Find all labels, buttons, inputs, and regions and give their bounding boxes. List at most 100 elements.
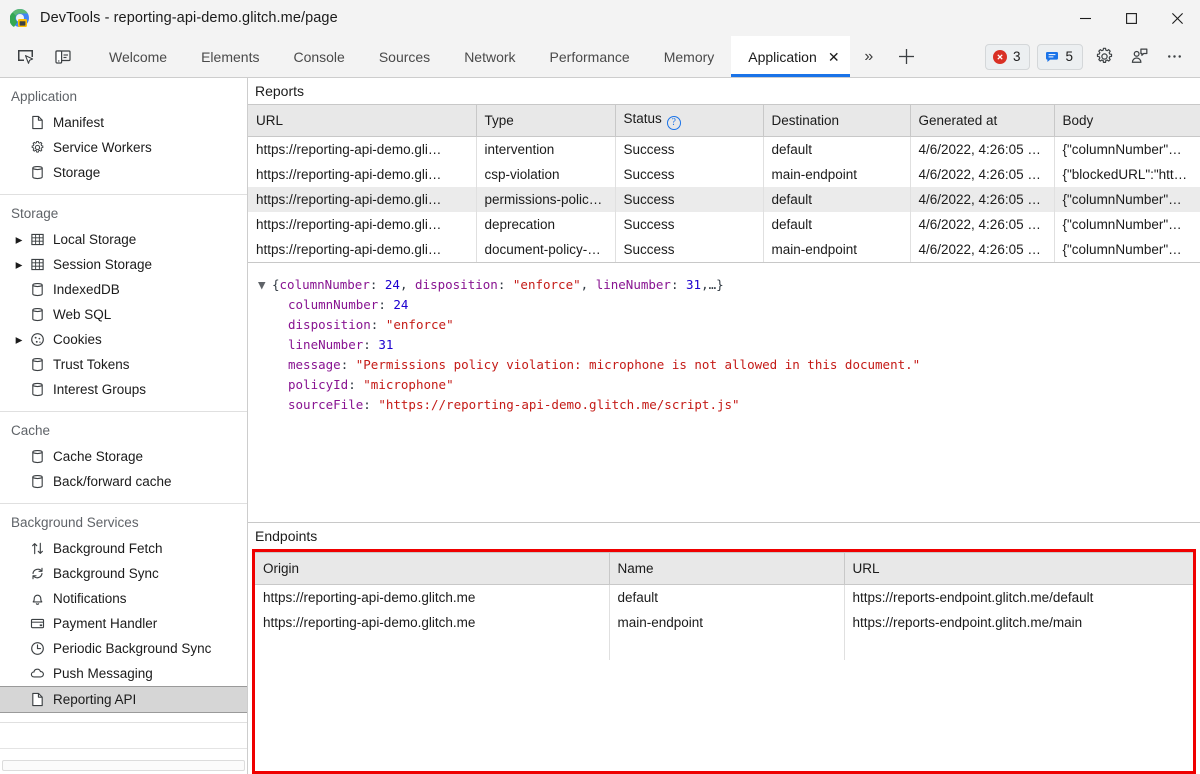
tab-elements[interactable]: Elements <box>184 36 276 77</box>
more-options-icon[interactable] <box>1160 43 1188 71</box>
error-count-badge[interactable]: 3 <box>985 44 1031 70</box>
sidebar-item-local-storage[interactable]: ▸ Local Storage <box>0 227 247 252</box>
json-colon: : <box>363 397 378 412</box>
sidebar-item-service-workers[interactable]: ▸ Service Workers <box>0 135 247 160</box>
scrollbar-track[interactable] <box>2 760 245 771</box>
application-sidebar[interactable]: Application ▸ Manifest ▸ Service Workers… <box>0 78 248 774</box>
tab-memory[interactable]: Memory <box>647 36 732 77</box>
sidebar-item-push-messaging[interactable]: ▸ Push Messaging <box>0 661 247 686</box>
tab-label: Network <box>464 49 515 65</box>
more-tabs-icon[interactable]: » <box>850 36 888 77</box>
cell-url: https://reports-endpoint.glitch.me/defau… <box>844 585 1193 610</box>
endpoints-section-title: Endpoints <box>248 523 1200 549</box>
column-header-name[interactable]: Name <box>609 553 844 585</box>
column-header-generated-at[interactable]: Generated at <box>910 105 1054 137</box>
close-button[interactable] <box>1154 0 1200 36</box>
sidebar-horizontal-scrollbar[interactable] <box>0 748 248 774</box>
sidebar-item-back-forward-cache[interactable]: ▸ Back/forward cache <box>0 469 247 494</box>
column-label: URL <box>256 113 283 128</box>
sidebar-item-trust-tokens[interactable]: ▸ Trust Tokens <box>0 352 247 377</box>
sidebar-item-payment-handler[interactable]: ▸ Payment Handler <box>0 611 247 636</box>
feedback-icon[interactable] <box>1125 43 1153 71</box>
sidebar-item-cache-storage[interactable]: ▸ Cache Storage <box>0 444 247 469</box>
database-icon <box>26 357 48 372</box>
json-summary-value: "enforce" <box>513 277 581 292</box>
database-icon <box>26 307 48 322</box>
minimize-button[interactable] <box>1062 0 1108 36</box>
column-header-origin[interactable]: Origin <box>255 553 609 585</box>
tab-label: Elements <box>201 49 259 65</box>
chevron-down-icon[interactable]: ▼ <box>258 275 272 295</box>
table-row[interactable]: https://reporting-api-demo.glitch.me mai… <box>255 610 1193 635</box>
json-summary-key: lineNumber <box>596 277 671 292</box>
sync-icon <box>26 566 48 581</box>
sidebar-item-indexeddb[interactable]: ▸ IndexedDB <box>0 277 247 302</box>
tab-console[interactable]: Console <box>276 36 361 77</box>
sidebar-item-label: Reporting API <box>53 692 136 707</box>
column-header-destination[interactable]: Destination <box>763 105 910 137</box>
sidebar-item-label: Local Storage <box>53 232 136 247</box>
json-colon: : <box>341 357 356 372</box>
chevron-right-icon[interactable]: ▸ <box>12 257 26 273</box>
column-header-type[interactable]: Type <box>476 105 615 137</box>
sidebar-item-label: Cookies <box>53 332 102 347</box>
tab-performance[interactable]: Performance <box>533 36 647 77</box>
cell-destination: default <box>763 212 910 237</box>
json-summary-brace: { <box>272 277 280 292</box>
gear-icon[interactable] <box>1090 43 1118 71</box>
sidebar-item-background-sync[interactable]: ▸ Background Sync <box>0 561 247 586</box>
column-header-url[interactable]: URL <box>248 105 476 137</box>
sidebar-item-storage[interactable]: ▸ Storage <box>0 160 247 185</box>
json-colon: : <box>378 297 393 312</box>
cell-status: Success <box>615 212 763 237</box>
table-row[interactable]: https://reporting-api-demo.gli… deprecat… <box>248 212 1200 237</box>
column-header-body[interactable]: Body <box>1054 105 1200 137</box>
close-icon[interactable]: ✕ <box>826 49 842 65</box>
sidebar-item-interest-groups[interactable]: ▸ Interest Groups <box>0 377 247 402</box>
sidebar-item-web-sql[interactable]: ▸ Web SQL <box>0 302 247 327</box>
json-sep: : <box>498 277 513 292</box>
new-tab-icon[interactable] <box>888 36 926 77</box>
chevron-right-icon[interactable]: ▸ <box>12 232 26 248</box>
table-row[interactable]: https://reporting-api-demo.gli… permissi… <box>248 187 1200 212</box>
column-header-status[interactable]: Status? <box>615 105 763 137</box>
column-label: Name <box>618 561 654 576</box>
json-property-row: lineNumber: 31 <box>258 335 1200 355</box>
sidebar-item-periodic-background-sync[interactable]: ▸ Periodic Background Sync <box>0 636 247 661</box>
tab-label: Welcome <box>109 49 167 65</box>
column-header-url[interactable]: URL <box>844 553 1193 585</box>
help-icon[interactable]: ? <box>667 116 681 130</box>
sidebar-item-cookies[interactable]: ▸ Cookies <box>0 327 247 352</box>
tab-welcome[interactable]: Welcome <box>92 36 184 77</box>
sidebar-item-reporting-api[interactable]: ▸ Reporting API <box>0 686 247 713</box>
table-row[interactable]: https://reporting-api-demo.gli… document… <box>248 237 1200 262</box>
maximize-button[interactable] <box>1108 0 1154 36</box>
table-row[interactable]: https://reporting-api-demo.gli… csp-viol… <box>248 162 1200 187</box>
chevron-right-icon[interactable]: ▸ <box>12 332 26 348</box>
tab-network[interactable]: Network <box>447 36 532 77</box>
cell-url: https://reporting-api-demo.gli… <box>248 237 476 262</box>
json-summary-row[interactable]: ▼{columnNumber: 24, disposition: "enforc… <box>258 275 1200 295</box>
error-count: 3 <box>1013 49 1021 64</box>
table-row[interactable]: https://reporting-api-demo.glitch.me def… <box>255 585 1193 610</box>
reports-table: URL Type Status? Destination Generated a… <box>248 104 1200 262</box>
sidebar-heading: Storage <box>0 203 247 227</box>
json-property-value: 24 <box>393 297 408 312</box>
message-count-badge[interactable]: 5 <box>1037 44 1083 70</box>
sidebar-item-manifest[interactable]: ▸ Manifest <box>0 110 247 135</box>
sidebar-item-background-fetch[interactable]: ▸ Background Fetch <box>0 536 247 561</box>
sidebar-item-notifications[interactable]: ▸ Notifications <box>0 586 247 611</box>
inspect-element-icon[interactable] <box>10 42 40 72</box>
device-toolbar-icon[interactable] <box>48 42 78 72</box>
json-sep: : <box>671 277 686 292</box>
tab-label: Memory <box>664 49 715 65</box>
devtools-logo-icon <box>10 8 30 28</box>
column-label: Type <box>485 113 514 128</box>
sidebar-item-session-storage[interactable]: ▸ Session Storage <box>0 252 247 277</box>
tab-sources[interactable]: Sources <box>362 36 447 77</box>
json-property-row: policyId: "microphone" <box>258 375 1200 395</box>
json-property-row: disposition: "enforce" <box>258 315 1200 335</box>
tab-application[interactable]: Application ✕ <box>731 36 850 77</box>
window-controls <box>1062 0 1200 36</box>
table-row[interactable]: https://reporting-api-demo.gli… interven… <box>248 137 1200 162</box>
